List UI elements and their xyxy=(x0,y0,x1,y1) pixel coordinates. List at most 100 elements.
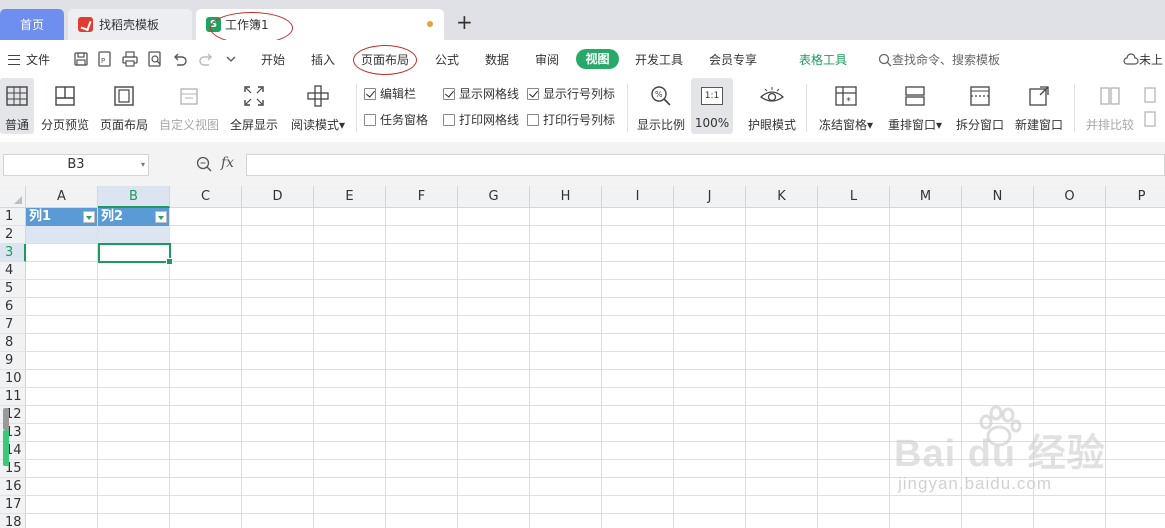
undo-icon[interactable] xyxy=(171,50,189,68)
column-header-k[interactable]: K xyxy=(746,186,818,208)
print-preview-icon[interactable] xyxy=(146,50,164,68)
new-tab-button[interactable]: + xyxy=(456,12,473,32)
page-layout-view-icon xyxy=(114,86,134,106)
task-pane-checkbox[interactable]: 任务窗格 xyxy=(364,111,428,128)
quick-access-dropdown-icon[interactable] xyxy=(222,50,240,68)
save-icon[interactable] xyxy=(72,50,90,68)
row-header-17[interactable]: 17 xyxy=(0,496,26,514)
grid-horizontal-line xyxy=(26,441,1165,442)
column-header-p[interactable]: P xyxy=(1106,186,1165,208)
grid-vertical-line xyxy=(313,208,314,528)
column-header-m[interactable]: M xyxy=(890,186,962,208)
row-header-8[interactable]: 8 xyxy=(0,334,26,352)
row-header-1[interactable]: 1 xyxy=(0,208,26,226)
tab-daoke-templates[interactable]: 找稻壳模板 xyxy=(68,9,192,40)
row-header-18[interactable]: 18 xyxy=(0,514,26,528)
tab-workbook[interactable]: S 工作簿1 xyxy=(196,9,444,40)
menu-table-tools[interactable]: 表格工具 xyxy=(799,51,847,68)
eye-protection-button[interactable]: 护眼模式 xyxy=(745,78,799,134)
print-gridlines-checkbox[interactable]: 打印网格线 xyxy=(443,111,519,128)
cloud-status[interactable]: 未上 xyxy=(1123,51,1163,68)
column-header-g[interactable]: G xyxy=(458,186,530,208)
grid-horizontal-line xyxy=(26,261,1165,262)
compare-side-by-side-button[interactable]: 并排比较 xyxy=(1082,78,1138,134)
arrange-windows-button[interactable]: 重排窗口▾ xyxy=(884,78,946,134)
column-header-e[interactable]: E xyxy=(314,186,386,208)
column-header-i[interactable]: I xyxy=(602,186,674,208)
side-marker-gray xyxy=(3,408,9,430)
freeze-panes-button[interactable]: * 冻结窗格▾ xyxy=(815,78,877,134)
row-header-16[interactable]: 16 xyxy=(0,478,26,496)
formula-bar-checkbox[interactable]: 编辑栏 xyxy=(364,85,416,102)
tab-home[interactable]: 首页 xyxy=(0,9,64,40)
column-header-c[interactable]: C xyxy=(170,186,242,208)
menu-data[interactable]: 数据 xyxy=(485,51,509,68)
zoom-search-icon[interactable] xyxy=(196,156,212,172)
name-box[interactable]: B3 ▾ xyxy=(3,154,149,176)
column-header-f[interactable]: F xyxy=(386,186,458,208)
row-header-2[interactable]: 2 xyxy=(0,226,26,244)
page-break-preview-button[interactable]: 分页预览 xyxy=(38,78,92,134)
row-header-3[interactable]: 3 xyxy=(0,244,26,262)
column-header-d[interactable]: D xyxy=(242,186,314,208)
menu-developer[interactable]: 开发工具 xyxy=(635,51,683,68)
show-gridlines-checkbox-label: 显示网格线 xyxy=(459,87,520,101)
column-header-h[interactable]: H xyxy=(530,186,602,208)
redo-icon[interactable] xyxy=(197,50,215,68)
column-header-n[interactable]: N xyxy=(962,186,1034,208)
selected-cell-b3[interactable] xyxy=(98,243,173,265)
formula-bar-check-icon xyxy=(364,87,376,100)
column-header-b[interactable]: B xyxy=(98,186,170,208)
row-header-4[interactable]: 4 xyxy=(0,262,26,280)
new-window-button[interactable]: 新建窗口 xyxy=(1012,78,1066,134)
row-header-7[interactable]: 7 xyxy=(0,316,26,334)
full-screen-button[interactable]: 全屏显示 xyxy=(226,78,282,134)
row-header-11[interactable]: 11 xyxy=(0,388,26,406)
grid-vertical-line xyxy=(385,208,386,528)
column-header-a[interactable]: A xyxy=(26,186,98,208)
daoke-logo-icon xyxy=(78,17,93,32)
zoom-ratio-label: 显示比例 xyxy=(636,118,685,132)
zoom-ratio-icon: % xyxy=(651,86,671,106)
zoom-100-button[interactable]: 1:1 100% xyxy=(691,78,733,134)
export-pdf-icon[interactable]: P xyxy=(96,50,114,68)
show-headings-checkbox[interactable]: 显示行号列标 xyxy=(527,85,615,102)
table-header-cell[interactable]: 列2 xyxy=(98,208,169,226)
column-header-j[interactable]: J xyxy=(674,186,746,208)
show-gridlines-checkbox[interactable]: 显示网格线 xyxy=(443,85,519,102)
page-layout-view-button[interactable]: 页面布局 xyxy=(96,78,152,134)
file-menu[interactable]: 文件 xyxy=(8,51,50,68)
formula-input[interactable] xyxy=(246,154,1165,176)
custom-view-button[interactable]: 自定义视图 xyxy=(157,78,221,134)
normal-view-button[interactable]: 普通 xyxy=(0,78,34,134)
insert-function-button[interactable]: fx xyxy=(221,155,234,171)
menu-home[interactable]: 开始 xyxy=(261,51,285,68)
select-all-corner[interactable] xyxy=(0,186,26,208)
zoom-ratio-button[interactable]: % 显示比例 xyxy=(634,78,688,134)
reading-mode-label: 阅读模式▾ xyxy=(290,118,346,132)
spreadsheet-grid[interactable]: A B C D E F G H I J K L M N O P 1 2 3 4 5 6 7 8 9 10 11 12 13 14 15 16 1… xyxy=(0,186,1165,528)
table-header-cell[interactable]: 列1 xyxy=(26,208,97,226)
print-icon[interactable] xyxy=(121,50,139,68)
menu-page-layout[interactable]: 页面布局 xyxy=(361,51,409,68)
split-window-button[interactable]: 拆分窗口 xyxy=(952,78,1008,134)
row-header-6[interactable]: 6 xyxy=(0,298,26,316)
row-header-5[interactable]: 5 xyxy=(0,280,26,298)
normal-view-icon xyxy=(6,86,28,106)
column-header-l[interactable]: L xyxy=(818,186,890,208)
column-header-o[interactable]: O xyxy=(1034,186,1106,208)
ribbon-divider xyxy=(627,84,628,132)
menu-insert[interactable]: 插入 xyxy=(311,51,335,68)
sync-scroll-icon[interactable] xyxy=(1143,86,1159,130)
row-header-10[interactable]: 10 xyxy=(0,370,26,388)
menu-formulas[interactable]: 公式 xyxy=(435,51,459,68)
filter-dropdown-icon[interactable] xyxy=(155,211,167,223)
print-headings-checkbox[interactable]: 打印行号列标 xyxy=(527,111,615,128)
filter-dropdown-icon[interactable] xyxy=(83,211,95,223)
menu-review[interactable]: 审阅 xyxy=(535,51,559,68)
menu-member[interactable]: 会员专享 xyxy=(709,51,757,68)
menu-view[interactable]: 视图 xyxy=(576,49,619,69)
row-header-9[interactable]: 9 xyxy=(0,352,26,370)
command-search[interactable]: 查找命令、搜索模板 xyxy=(878,51,1000,68)
reading-mode-button[interactable]: 阅读模式▾ xyxy=(286,78,350,134)
